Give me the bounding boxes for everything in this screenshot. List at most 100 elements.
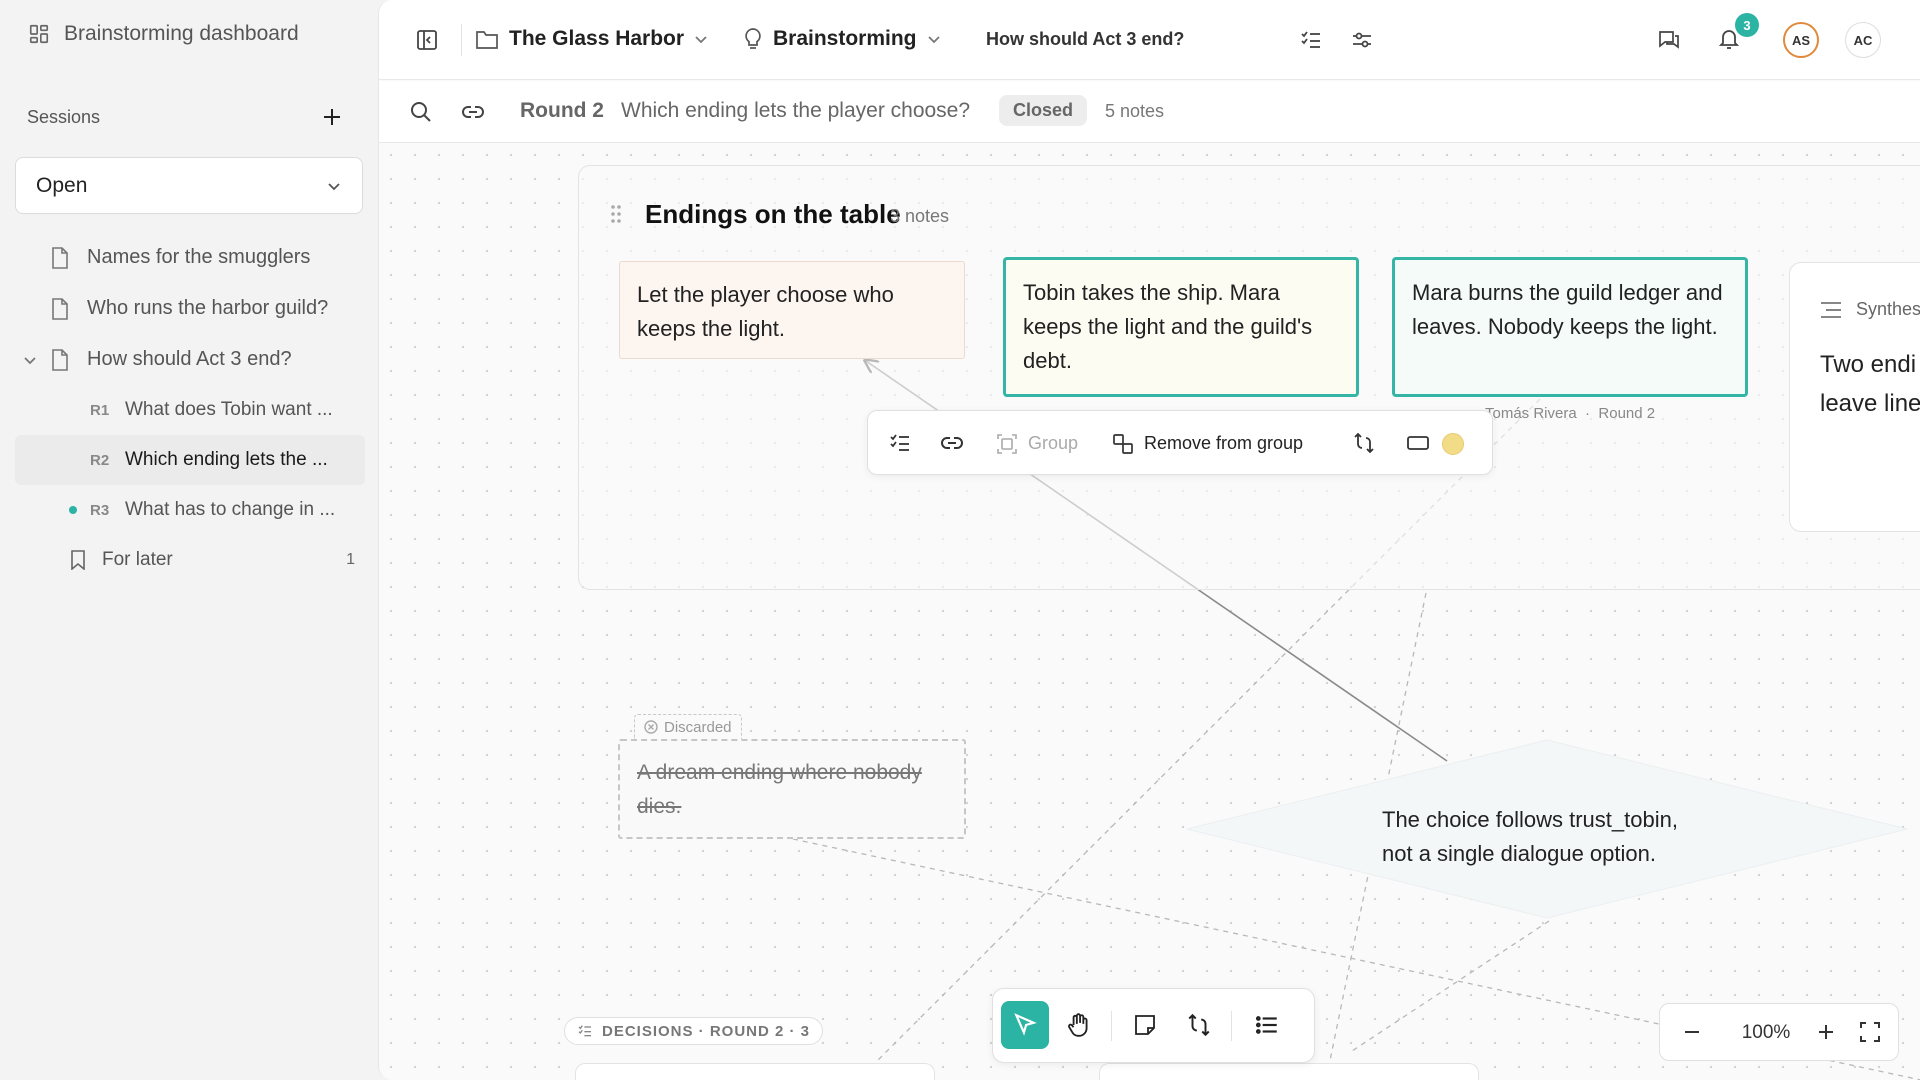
- synthesis-card[interactable]: Synthes Two endi the light, and leave li…: [1789, 262, 1920, 532]
- group-icon: [997, 433, 1017, 454]
- decisions-section-label[interactable]: DECISIONS · ROUND 2 · 3: [564, 1017, 824, 1045]
- list-tool-button[interactable]: [1243, 1001, 1291, 1049]
- zoom-out-icon[interactable]: [1680, 1020, 1704, 1044]
- avatar-as[interactable]: AS: [1783, 22, 1819, 58]
- session-filter-select[interactable]: Open: [15, 157, 363, 214]
- tool-palette: [992, 988, 1315, 1063]
- plus-icon: [324, 109, 340, 125]
- discarded-note-text: A dream ending where nobody dies.: [637, 761, 922, 818]
- chat-bubbles-icon: [1659, 31, 1679, 49]
- fit-to-screen-icon[interactable]: [1858, 1020, 1882, 1044]
- project-name: The Glass Harbor: [509, 27, 685, 50]
- sidebar-collapse-icon: [417, 30, 437, 50]
- group-label: Group: [1028, 433, 1079, 453]
- session-item-smugglers[interactable]: Names for the smugglers: [15, 232, 365, 283]
- folder-icon: [476, 31, 498, 49]
- round-item-r1[interactable]: R1 What does Tobin want ...: [15, 385, 365, 435]
- dashboard-link[interactable]: Brainstorming dashboard: [28, 22, 299, 46]
- session-item-label: How should Act 3 end?: [87, 348, 292, 370]
- discarded-tag: Discarded: [634, 714, 742, 739]
- round-code: R3: [90, 501, 110, 519]
- mode-breadcrumb[interactable]: Brainstorming: [743, 27, 941, 51]
- text-lines-icon: [1821, 301, 1841, 318]
- rectangle-icon[interactable]: [1406, 431, 1430, 455]
- session-item-harbor-guild[interactable]: Who runs the harbor guild?: [15, 283, 365, 334]
- note-round: Round 2: [1598, 405, 1656, 422]
- drag-handle-icon[interactable]: [609, 204, 623, 224]
- whiteboard-canvas[interactable]: Endings on the table 3 notes Let the pla…: [379, 143, 1920, 1080]
- session-item-act3[interactable]: How should Act 3 end?: [15, 334, 365, 385]
- group-button[interactable]: Group: [996, 411, 1078, 476]
- sticky-note[interactable]: Let the player choose who keeps the ligh…: [619, 261, 965, 359]
- decision-card-peek[interactable]: [575, 1063, 935, 1080]
- ungroup-icon: [1113, 433, 1133, 454]
- dashboard-title: Brainstorming dashboard: [64, 22, 299, 45]
- round-code: R2: [90, 451, 110, 469]
- document-icon: [52, 297, 68, 320]
- connector-icon[interactable]: [1352, 431, 1376, 455]
- sliders-icon: [1353, 32, 1371, 48]
- synthesis-label: Synthes: [1856, 299, 1920, 319]
- sticky-note-selected[interactable]: Mara burns the guild ledger and leaves. …: [1392, 257, 1748, 397]
- chevron-down-icon: [927, 36, 940, 44]
- round-bar: Round 2 Which ending lets the player cho…: [379, 81, 1920, 143]
- project-breadcrumb[interactable]: The Glass Harbor: [475, 27, 708, 51]
- round-item-r3[interactable]: R3 What has to change in ...: [15, 485, 365, 535]
- mode-name: Brainstorming: [773, 27, 917, 50]
- connector-tool-button[interactable]: [1175, 1001, 1223, 1049]
- round-label: What has to change in ...: [125, 499, 336, 520]
- chevron-down-icon: [328, 182, 340, 190]
- document-icon: [52, 348, 68, 371]
- synthesis-header: Synthes: [1820, 299, 1920, 320]
- sessions-header: Sessions: [27, 102, 347, 132]
- for-later-item[interactable]: For later 1: [15, 535, 365, 585]
- chevron-down-icon[interactable]: [23, 353, 37, 367]
- comments-button[interactable]: [1657, 28, 1681, 52]
- for-later-label: For later: [102, 549, 173, 570]
- search-button[interactable]: [409, 100, 433, 124]
- filters-button[interactable]: [1350, 28, 1374, 52]
- chevron-down-icon: [695, 36, 707, 44]
- note-tool-button[interactable]: [1121, 1001, 1169, 1049]
- round-item-r2[interactable]: R2 Which ending lets the ...: [15, 435, 365, 485]
- session-question: How should Act 3 end?: [986, 29, 1185, 49]
- round-label: Which ending lets the ...: [125, 449, 328, 470]
- checklist-button[interactable]: [1299, 28, 1323, 52]
- add-session-button[interactable]: [317, 102, 347, 132]
- discard-icon: [644, 720, 658, 734]
- avatar-ac[interactable]: AC: [1845, 22, 1881, 58]
- round-label: Round 2: [520, 99, 604, 122]
- bookmark-icon: [71, 550, 85, 570]
- connector-icon: [1188, 1013, 1210, 1037]
- for-later-count: 1: [346, 551, 355, 568]
- divider: [1111, 1011, 1112, 1041]
- sticky-note-selected[interactable]: Tobin takes the ship. Mara keeps the lig…: [1003, 257, 1359, 397]
- checklist-icon[interactable]: [888, 431, 912, 455]
- collapse-sidebar-button[interactable]: [415, 28, 439, 52]
- notes-count: 5 notes: [1105, 101, 1165, 121]
- copy-link-button[interactable]: [461, 100, 485, 124]
- group-title: Endings on the table: [645, 199, 901, 229]
- zoom-controls: 100%: [1659, 1003, 1899, 1061]
- notifications-button[interactable]: 3: [1717, 13, 1759, 51]
- session-item-label: Who runs the harbor guild?: [87, 297, 329, 319]
- divider: [461, 24, 462, 56]
- link-icon[interactable]: [940, 431, 964, 455]
- decision-card-peek[interactable]: [1099, 1063, 1479, 1080]
- note-color-swatch[interactable]: [1442, 433, 1464, 455]
- divider: [1231, 1011, 1232, 1041]
- remove-from-group-button[interactable]: Remove from group: [1112, 411, 1303, 476]
- round-label: What does Tobin want ...: [125, 399, 333, 420]
- synthesis-text: Two endi the light, and leave line.: [1820, 351, 1920, 417]
- zoom-in-icon[interactable]: [1814, 1020, 1838, 1044]
- discarded-note[interactable]: A dream ending where nobody dies.: [618, 739, 966, 839]
- group-note-count: 3 notes: [890, 206, 950, 226]
- hand-icon: [1068, 1013, 1088, 1037]
- notification-count-badge: 3: [1735, 13, 1759, 37]
- link-icon: [462, 106, 484, 118]
- pan-tool-button[interactable]: [1055, 1001, 1103, 1049]
- select-tool-button[interactable]: [1001, 1001, 1049, 1049]
- unread-dot: [69, 506, 77, 514]
- list-icon: [1255, 1016, 1277, 1034]
- decisions-pill-label: DECISIONS · ROUND 2 · 3: [602, 1022, 811, 1040]
